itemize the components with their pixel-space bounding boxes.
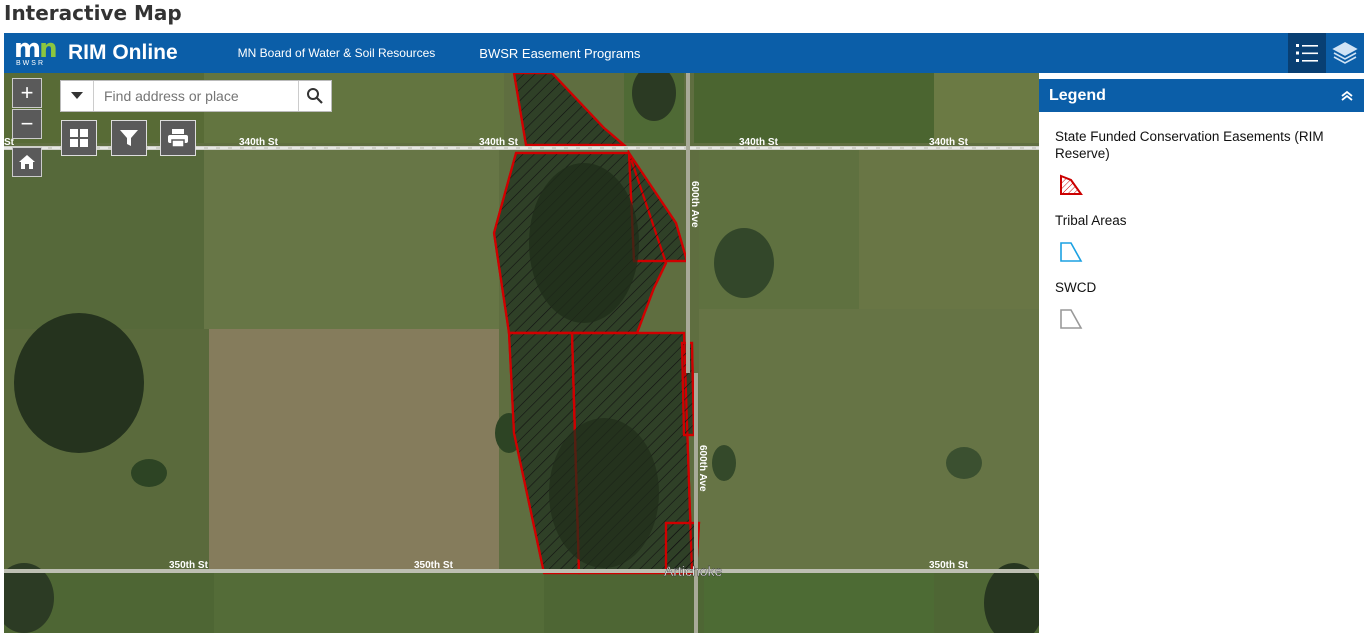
zoom-in-button[interactable]: +	[12, 78, 42, 108]
logo-text: BWSR	[16, 60, 45, 67]
search-input[interactable]	[94, 81, 298, 111]
road-label: 340th St	[929, 137, 969, 148]
search-icon	[307, 88, 323, 104]
filter-icon	[120, 130, 138, 146]
legend-layer-tribal-areas: Tribal Areas	[1055, 213, 1127, 228]
satellite-imagery: St 340th St 340th St 340th St 340th St 3…	[4, 73, 1039, 633]
map-app: mn BWSR RIM Online MN Board of Water & S…	[4, 33, 1364, 633]
basemap-gallery-icon	[70, 129, 88, 147]
legend-panel: Legend State Funded Conservation Easemen…	[1039, 79, 1364, 633]
print-button[interactable]	[160, 120, 196, 156]
legend-layer-rim-reserve: State Funded Conservation Easements (RIM…	[1055, 129, 1324, 161]
hatched-polygon-icon	[1060, 174, 1083, 195]
zoom-out-button[interactable]: −	[12, 109, 42, 139]
road-label: 600th Ave	[689, 181, 700, 228]
collapse-icon[interactable]	[1340, 90, 1354, 102]
basemap-gallery-button[interactable]	[61, 120, 97, 156]
road-label: 350th St	[414, 560, 454, 571]
search-button[interactable]	[298, 81, 331, 111]
road-label: 350th St	[929, 560, 969, 571]
polygon-outline-icon	[1060, 309, 1083, 329]
road-label: 340th St	[239, 137, 279, 148]
link-board-water-soil[interactable]: MN Board of Water & Soil Resources	[238, 46, 436, 60]
home-icon	[19, 155, 35, 169]
map-view[interactable]: St 340th St 340th St 340th St 340th St 3…	[4, 73, 1039, 633]
app-title: RIM Online	[68, 41, 178, 64]
road-label: 350th St	[169, 560, 209, 571]
home-button[interactable]	[12, 147, 42, 177]
layers-button[interactable]	[1326, 33, 1364, 73]
print-icon	[168, 129, 188, 148]
polygon-outline-icon	[1060, 242, 1083, 262]
bwsr-logo: mn BWSR	[14, 34, 58, 67]
app-header: mn BWSR RIM Online MN Board of Water & S…	[4, 33, 1364, 73]
search-widget	[60, 80, 332, 112]
list-icon	[1296, 44, 1318, 62]
place-label: Artichoke	[664, 563, 723, 579]
road-label: 600th Ave	[697, 445, 708, 492]
road-label: 340th St	[739, 137, 779, 148]
link-easement-programs[interactable]: BWSR Easement Programs	[479, 46, 640, 61]
caret-down-icon	[71, 92, 83, 99]
legend-toggle-button[interactable]	[1288, 33, 1326, 73]
filter-button[interactable]	[111, 120, 147, 156]
search-source-dropdown[interactable]	[61, 81, 94, 111]
legend-title: Legend	[1049, 86, 1106, 104]
legend-layer-swcd: SWCD	[1055, 280, 1097, 295]
road-label: 340th St	[479, 137, 519, 148]
page-title: Interactive Map	[4, 1, 182, 25]
layers-icon	[1332, 42, 1358, 64]
legend-header[interactable]: Legend	[1039, 79, 1364, 112]
